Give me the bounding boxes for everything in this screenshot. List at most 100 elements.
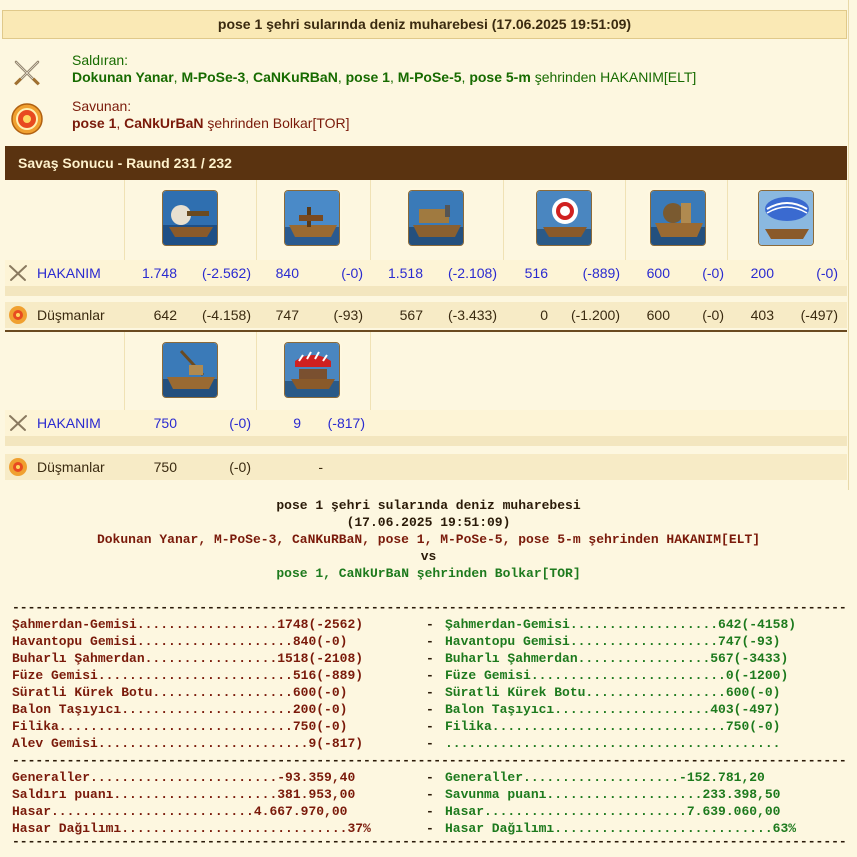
attacker-link-2[interactable]: M-PoSe-3	[181, 69, 245, 85]
report-attacker-line: Balon Taşıyıcı......................200(…	[12, 702, 348, 717]
unit-count: 1.518	[387, 265, 423, 281]
report-separator: ----------------------------------------…	[12, 600, 847, 615]
units-grid-1: HAKANIM 1.748 (-2.562) 840 (-0) 1.518 (-…	[5, 180, 847, 330]
report-dash: -	[426, 702, 434, 717]
report-dash: -	[426, 770, 434, 785]
shield-icon	[11, 103, 43, 135]
report-vs: vs	[420, 549, 437, 564]
unit-loss: (-497)	[800, 307, 838, 323]
report-defender-line: Savunma puanı....................233.398…	[445, 787, 781, 802]
paddle-speedboat-icon	[650, 190, 706, 246]
report-dash: -	[426, 668, 434, 683]
attacker-link-5[interactable]: M-PoSe-5	[398, 69, 462, 85]
unit-count: 840	[275, 265, 299, 281]
balloon-carrier-icon	[758, 190, 814, 246]
attacker-info: Saldıran: Dokunan Yanar, M-PoSe-3, CaNKu…	[10, 52, 840, 96]
report-attacker-line: Füze Gemisi.........................516(…	[12, 668, 364, 683]
tender-icon	[162, 342, 218, 398]
unit-loss: (-0)	[816, 265, 838, 281]
unit-loss: (-3.433)	[447, 307, 497, 323]
report-attacker-line: Havantopu Gemisi....................840(…	[12, 634, 348, 649]
report-attacker-line: Saldırı puanı.....................381.95…	[12, 787, 356, 802]
report-attackers: Dokunan Yanar, M-PoSe-3, CaNKuRBaN, pose…	[96, 532, 761, 547]
unit-count: 200	[750, 265, 774, 281]
attacker-side-label[interactable]: HAKANIM	[37, 410, 101, 436]
battle-title: pose 1 şehri sularında deniz muharebesi …	[2, 10, 847, 39]
defender-link-1[interactable]: pose 1	[72, 115, 116, 131]
ram-ship-icon	[162, 190, 218, 246]
defender-role-label: Savunan:	[72, 98, 132, 114]
attacker-names: Dokunan Yanar, M-PoSe-3, CaNKuRBaN, pose…	[72, 69, 697, 85]
attacker-link-1[interactable]: Dokunan Yanar	[72, 69, 174, 85]
crossed-swords-icon	[14, 60, 40, 86]
report-attacker-line: Buharlı Şahmerdan.................1518(-…	[12, 651, 364, 666]
defender-units-row: Düşmanlar 750 (-0) -	[5, 454, 847, 480]
units-grid-2: HAKANIM 750 (-0) 9 (-817) Düşmanlar 750 …	[5, 332, 847, 482]
report-dash: -	[426, 736, 434, 751]
report-defender-line: Generaller....................-152.781,2…	[445, 770, 765, 785]
crossed-swords-icon	[9, 415, 27, 431]
unit-count: 750	[153, 415, 177, 431]
unit-count: 9	[293, 415, 301, 431]
unit-count: 403	[750, 307, 774, 323]
defender-info: Savunan: pose 1, CaNkUrBaN şehrinden Bol…	[10, 98, 840, 142]
attacker-link-4[interactable]: pose 1	[346, 69, 390, 85]
attacker-units-row: HAKANIM 750 (-0) 9 (-817)	[5, 410, 847, 436]
report-dash: -	[426, 804, 434, 819]
unit-loss: (-0)	[702, 307, 724, 323]
unit-count: 567	[399, 307, 423, 323]
attacker-link-6[interactable]: pose 5-m	[469, 69, 530, 85]
unit-loss: (-0)	[341, 265, 363, 281]
shield-icon	[9, 458, 27, 476]
report-separator: ----------------------------------------…	[12, 753, 847, 768]
report-defender-line: Havantopu Gemisi...................747(-…	[445, 634, 781, 649]
report-separator: ----------------------------------------…	[12, 834, 847, 849]
unit-loss: (-889)	[582, 265, 620, 281]
report-defender-line: Balon Taşıyıcı....................403(-4…	[445, 702, 781, 717]
unit-loss: (-0)	[702, 265, 724, 281]
report-date: (17.06.2025 19:51:09)	[346, 515, 511, 530]
report-attacker-line: Süratli Kürek Botu..................600(…	[12, 685, 348, 700]
report-dash: -	[426, 634, 434, 649]
text-report: pose 1 şehri sularında deniz muharebesi …	[0, 490, 857, 857]
battle-panel: pose 1 şehri sularında deniz muharebesi …	[0, 0, 849, 490]
defender-link-2[interactable]: CaNkUrBaN	[124, 115, 203, 131]
report-attacker-line: Şahmerdan-Gemisi..................1748(-…	[12, 617, 364, 632]
steam-ram-icon	[408, 190, 464, 246]
unit-count: -	[318, 459, 323, 475]
report-dash: -	[426, 685, 434, 700]
report-dash: -	[426, 651, 434, 666]
battle-result-header: Savaş Sonucu - Raund 231 / 232	[5, 146, 847, 180]
report-defenders: pose 1, CaNkUrBaN şehrinden Bolkar[TOR]	[276, 566, 581, 581]
unit-count: 600	[646, 307, 670, 323]
defender-side-label: Düşmanlar	[37, 459, 105, 475]
attacker-link-3[interactable]: CaNKuRBaN	[253, 69, 338, 85]
report-attacker-line: Generaller........................-93.35…	[12, 770, 356, 785]
fire-ship-icon	[284, 342, 340, 398]
unit-loss: (-817)	[327, 415, 365, 431]
defender-suffix: şehrinden Bolkar[TOR]	[207, 115, 350, 131]
report-defender-line: Buharlı Şahmerdan.................567(-3…	[445, 651, 789, 666]
defender-names: pose 1, CaNkUrBaN şehrinden Bolkar[TOR]	[72, 115, 350, 131]
report-defender-line: Süratli Kürek Botu..................600(…	[445, 685, 781, 700]
report-defender-line: Hasar..........................7.639.060…	[445, 804, 781, 819]
report-attacker-line: Hasar..........................4.667.970…	[12, 804, 348, 819]
report-attacker-line: Filika..............................750(…	[12, 719, 348, 734]
unit-count: 600	[646, 265, 670, 281]
unit-loss: (-2.108)	[447, 265, 497, 281]
unit-count: 0	[540, 307, 548, 323]
report-dash: -	[426, 787, 434, 802]
unit-loss: (-1.200)	[570, 307, 620, 323]
shield-icon	[9, 306, 27, 324]
defender-side-label: Düşmanlar	[37, 307, 105, 323]
unit-loss: (-4.158)	[201, 307, 251, 323]
report-defender-line: ........................................…	[445, 736, 781, 751]
report-attacker-line: Alev Gemisi...........................9(…	[12, 736, 364, 751]
unit-count: 747	[275, 307, 299, 323]
unit-count: 1.748	[141, 265, 177, 281]
report-defender-line: Filika..............................750(…	[445, 719, 781, 734]
attacker-side-label[interactable]: HAKANIM	[37, 260, 101, 286]
unit-count: 642	[153, 307, 177, 323]
unit-count: 750	[153, 459, 177, 475]
unit-loss: (-0)	[229, 459, 251, 475]
